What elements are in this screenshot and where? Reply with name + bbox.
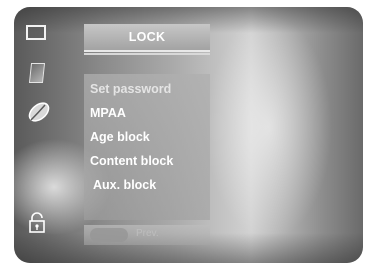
menu-item-content-block[interactable]: Content block	[90, 154, 173, 168]
lock-menu-panel: Set password MPAA Age block Content bloc…	[84, 74, 210, 220]
lock-icon[interactable]	[28, 212, 46, 234]
screen-icon[interactable]	[26, 25, 46, 40]
menu-title: LOCK	[84, 24, 210, 52]
prev-label: Prev.	[136, 228, 159, 239]
menu-item-aux-block[interactable]: Aux. block	[93, 178, 156, 192]
menu-item-age-block[interactable]: Age block	[90, 130, 150, 144]
menu-item-mpaa[interactable]: MPAA	[90, 106, 126, 120]
leaf-icon[interactable]	[24, 101, 52, 125]
prev-button[interactable]	[90, 228, 128, 242]
document-icon[interactable]	[28, 63, 46, 83]
title-divider	[84, 53, 210, 55]
footer-bar: Prev.	[84, 225, 210, 245]
menu-item-set-password[interactable]: Set password	[90, 82, 171, 96]
